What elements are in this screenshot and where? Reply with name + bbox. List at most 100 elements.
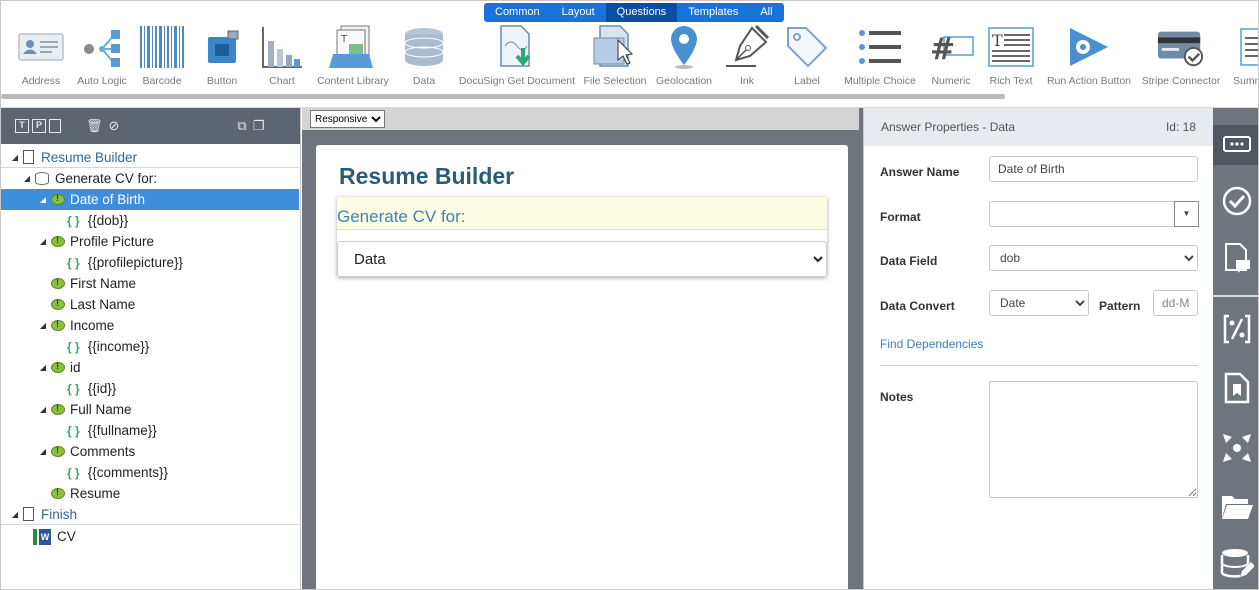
show-ids-button[interactable] <box>49 119 61 133</box>
credit-card-icon <box>1157 23 1205 71</box>
layout-mode-select[interactable]: Responsive <box>310 110 385 128</box>
tree-node-page[interactable]: ◢ Finish <box>1 504 299 525</box>
auto-logic-icon <box>78 23 126 71</box>
tool-auto-logic[interactable]: Auto Logic <box>77 23 127 89</box>
expand-triangle-icon[interactable]: ◢ <box>39 237 47 246</box>
expand-triangle-icon[interactable]: ◢ <box>23 174 31 183</box>
canvas-toolbar: Responsive <box>302 108 859 130</box>
tree-node-question[interactable]: ◢ Full Name <box>1 399 299 420</box>
tool-label: Content Library <box>317 75 389 87</box>
tree-node-variable[interactable]: { } {{profilepicture}} <box>1 252 299 273</box>
tree-node-variable[interactable]: { } {{dob}} <box>1 210 299 231</box>
tool-data[interactable]: Data <box>401 23 447 89</box>
formulas-button[interactable] <box>1213 310 1258 350</box>
expand-triangle-icon[interactable]: ◢ <box>39 363 47 372</box>
pen-nib-icon <box>723 23 771 71</box>
format-dropdown-button[interactable]: ▼ <box>1174 201 1199 227</box>
tool-numeric[interactable]: # Numeric <box>927 23 975 89</box>
tool-geolocation[interactable]: Geolocation <box>656 23 712 89</box>
tree-node-question[interactable]: ◢ Income <box>1 315 299 336</box>
tree-node-variable[interactable]: { } {{fullname}} <box>1 420 299 441</box>
tool-label: Numeric <box>931 75 971 87</box>
percent-brackets-icon <box>1221 313 1253 348</box>
answer-select[interactable]: Data <box>337 241 827 277</box>
answer-name-input[interactable]: Date of Birth <box>989 156 1198 182</box>
tool-rich-text[interactable]: T Rich Text <box>987 23 1035 89</box>
svg-text:#: # <box>930 32 955 67</box>
tool-run-action-button[interactable]: Run Action Button <box>1045 23 1133 89</box>
expand-triangle-icon[interactable]: ◢ <box>39 447 47 456</box>
tag-icon <box>783 23 831 71</box>
tab-all[interactable]: All <box>749 3 783 22</box>
database-icon <box>35 172 49 185</box>
open-folder-button[interactable] <box>1213 488 1258 528</box>
map-pin-icon <box>660 23 708 71</box>
show-prompts-button[interactable]: P <box>32 119 46 133</box>
tool-chart[interactable]: Chart <box>259 23 305 89</box>
add-copy-icon[interactable]: ⧉ <box>237 118 246 134</box>
tree-node-label: Profile Picture <box>70 234 155 249</box>
expand-triangle-icon[interactable]: ◢ <box>39 321 47 330</box>
question-card[interactable]: Generate CV for: Data <box>337 197 827 277</box>
check-circle-icon <box>1221 185 1253 220</box>
tab-common[interactable]: Common <box>484 3 551 22</box>
expand-triangle-icon[interactable]: ◢ <box>11 153 19 162</box>
tab-layout[interactable]: Layout <box>551 3 606 22</box>
answer-properties-button[interactable] <box>1213 125 1258 165</box>
tree-node-variable[interactable]: { } {{income}} <box>1 336 299 357</box>
tool-multiple-choice[interactable]: Multiple Choice <box>843 23 917 89</box>
tool-button[interactable]: Button <box>199 23 245 89</box>
tree-node-question[interactable]: ◢ Profile Picture <box>1 231 299 252</box>
tree-node-variable[interactable]: { } {{comments}} <box>1 462 299 483</box>
tree-node-question[interactable]: Last Name <box>1 294 299 315</box>
tool-file-selection[interactable]: File Selection <box>583 23 647 89</box>
question-icon <box>51 298 65 310</box>
tree-node-data[interactable]: ◢ Generate CV for: <box>1 168 299 189</box>
expand-triangle-icon[interactable]: ◢ <box>11 510 19 519</box>
show-titles-button[interactable]: T <box>15 119 29 133</box>
tool-summary[interactable]: Summ <box>1233 23 1258 89</box>
format-input[interactable] <box>989 201 1175 227</box>
toolbar-scrollbar[interactable] <box>1 94 1005 99</box>
data-convert-select[interactable]: Date <box>989 290 1089 316</box>
notes-textarea[interactable] <box>989 381 1198 498</box>
validation-button[interactable] <box>1213 182 1258 222</box>
arrange-button[interactable] <box>1213 429 1258 469</box>
expand-triangle-icon[interactable]: ◢ <box>39 405 47 414</box>
expand-triangle-icon[interactable]: ◢ <box>39 195 47 204</box>
tool-content-library[interactable]: T Content Library <box>317 23 389 89</box>
find-dependencies-link[interactable]: Find Dependencies <box>880 337 983 351</box>
tool-docusign-get-document[interactable]: DocuSign Get Document <box>459 23 575 89</box>
tab-questions[interactable]: Questions <box>605 3 678 22</box>
tree-node-document[interactable]: W CV <box>1 526 299 547</box>
question-header: Generate CV for: <box>337 197 827 230</box>
data-field-select[interactable]: dob <box>989 245 1198 271</box>
tool-stripe-connector[interactable]: Stripe Connector <box>1141 23 1221 89</box>
hide-icon[interactable]: ⊘ <box>109 118 120 134</box>
tree-node-question[interactable]: Resume <box>1 483 299 504</box>
bookmark-document-button[interactable] <box>1213 369 1258 409</box>
address-card-icon <box>17 23 65 71</box>
data-source-button[interactable] <box>1213 545 1258 585</box>
tree-node-question[interactable]: ◢ Comments <box>1 441 299 462</box>
tree-node-question[interactable]: ◢ id <box>1 357 299 378</box>
tree-node-page[interactable]: ◢ Resume Builder <box>1 147 299 168</box>
properties-header: Answer Properties - Data Id: 18 <box>864 108 1213 146</box>
prompt-button[interactable] <box>1213 239 1258 279</box>
delete-icon[interactable]: 🗑 <box>86 118 103 134</box>
duplicate-icon[interactable]: ❐ <box>253 118 265 134</box>
tool-label-question[interactable]: Label <box>783 23 831 89</box>
right-sidebar <box>1213 108 1258 589</box>
tree-node-question-selected[interactable]: ◢ Date of Birth <box>1 189 299 210</box>
tool-barcode[interactable]: Barcode <box>139 23 185 89</box>
tool-label: Barcode <box>142 75 182 87</box>
pattern-input[interactable]: dd-M <box>1153 290 1198 316</box>
docusign-icon <box>493 23 541 71</box>
tree-node-question[interactable]: First Name <box>1 273 299 294</box>
tree-node-label: {{profilepicture}} <box>87 255 184 270</box>
tab-templates[interactable]: Templates <box>677 3 749 22</box>
tree-node-variable[interactable]: { } {{id}} <box>1 378 299 399</box>
tool-ink[interactable]: Ink <box>723 23 771 89</box>
tree-node-label: Comments <box>70 444 136 459</box>
tool-address[interactable]: Address <box>18 23 64 89</box>
